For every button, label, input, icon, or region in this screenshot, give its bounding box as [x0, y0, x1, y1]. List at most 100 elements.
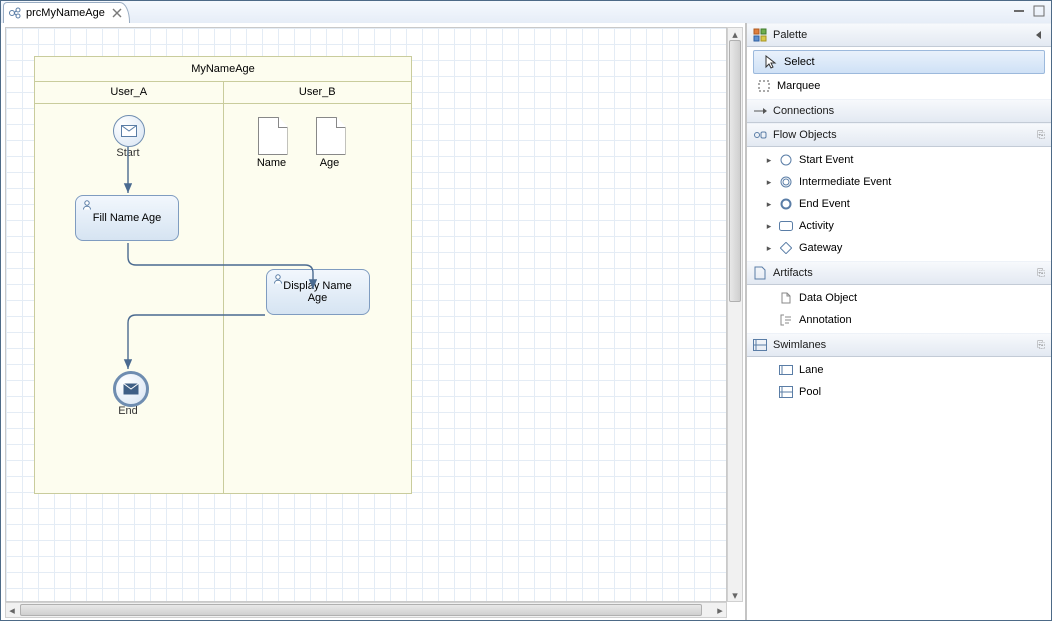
palette-item-end-event[interactable]: ▸ End Event: [747, 193, 1051, 215]
marquee-icon: [757, 79, 771, 93]
user-icon: [273, 274, 283, 287]
scroll-right-icon[interactable]: ▸: [714, 603, 726, 617]
connection-icon: [753, 104, 767, 118]
artifacts-icon: [753, 266, 767, 280]
envelope-icon: [123, 383, 139, 395]
palette-group-artifacts[interactable]: Artifacts ⎘: [747, 261, 1051, 285]
palette-group-swimlanes[interactable]: Swimlanes ⎘: [747, 333, 1051, 357]
data-object-name[interactable]: [258, 117, 288, 155]
minimize-icon[interactable]: [1011, 3, 1027, 19]
editor-window: prcMyNameAge MyNameAge User_A: [0, 0, 1052, 621]
tool-label: Marquee: [777, 80, 820, 92]
horizontal-scrollbar[interactable]: ◂ ▸: [5, 602, 727, 618]
lane-user-b[interactable]: User_B Name Age Displa: [223, 81, 412, 493]
annotation-icon: [779, 313, 793, 327]
start-event[interactable]: [113, 115, 145, 147]
scroll-thumb[interactable]: [20, 604, 702, 616]
lane-title: User_A: [35, 81, 223, 104]
end-event[interactable]: [113, 371, 149, 407]
data-object-label: Age: [305, 157, 355, 169]
data-object-icon: [779, 291, 793, 305]
palette-item-lane[interactable]: Lane: [747, 359, 1051, 381]
lane-icon: [779, 363, 793, 377]
swimlanes-icon: [753, 338, 767, 352]
palette-item-start-event[interactable]: ▸ Start Event: [747, 149, 1051, 171]
lane-title: User_B: [224, 81, 412, 104]
collapse-icon[interactable]: [1031, 28, 1045, 42]
vertical-scrollbar[interactable]: ▴ ▾: [727, 27, 743, 602]
group-label: Flow Objects: [773, 129, 837, 141]
group-label: Connections: [773, 105, 834, 117]
expand-icon[interactable]: ▸: [765, 243, 773, 254]
palette-group-connections[interactable]: Connections: [747, 99, 1051, 123]
pool-icon: [779, 385, 793, 399]
tool-label: Select: [784, 56, 815, 68]
scroll-up-icon[interactable]: ▴: [728, 28, 742, 40]
item-label: Annotation: [799, 314, 852, 326]
editor-body: MyNameAge User_A Start: [1, 23, 1051, 620]
item-label: Lane: [799, 364, 823, 376]
user-icon: [82, 200, 92, 213]
task-fill-name-age[interactable]: Fill Name Age: [75, 195, 179, 241]
cursor-icon: [764, 55, 778, 69]
task-display-name-age[interactable]: Display Name Age: [266, 269, 370, 315]
item-label: Start Event: [799, 154, 853, 166]
activity-icon: [779, 219, 793, 233]
item-label: End Event: [799, 198, 850, 210]
pin-icon[interactable]: ⎘: [1037, 340, 1045, 351]
lane-body: Start Fill Name Age: [35, 103, 223, 493]
envelope-icon: [121, 125, 137, 137]
diagram-canvas[interactable]: MyNameAge User_A Start: [5, 27, 727, 602]
pin-icon[interactable]: ⎘: [1037, 130, 1045, 141]
palette-panel: Palette Select Marquee: [746, 23, 1051, 620]
intermediate-event-icon: [779, 175, 793, 189]
pool-title: MyNameAge: [35, 57, 411, 82]
editor-tab[interactable]: prcMyNameAge: [3, 2, 130, 24]
item-label: Pool: [799, 386, 821, 398]
expand-icon[interactable]: ▸: [765, 177, 773, 188]
group-label: Artifacts: [773, 267, 813, 279]
pin-icon[interactable]: ⎘: [1037, 268, 1045, 279]
expand-icon[interactable]: ▸: [765, 221, 773, 232]
palette-header[interactable]: Palette: [747, 23, 1051, 47]
group-label: Swimlanes: [773, 339, 826, 351]
palette-item-annotation[interactable]: Annotation: [747, 309, 1051, 331]
end-event-icon: [779, 197, 793, 211]
task-label: Display Name Age: [273, 280, 363, 304]
flow-objects-icon: [753, 128, 767, 142]
item-label: Gateway: [799, 242, 842, 254]
data-object-age[interactable]: [316, 117, 346, 155]
gateway-icon: [779, 241, 793, 255]
editor-tab-title: prcMyNameAge: [26, 3, 105, 23]
task-label: Fill Name Age: [93, 212, 161, 224]
expand-icon[interactable]: ▸: [765, 155, 773, 166]
palette-item-activity[interactable]: ▸ Activity: [747, 215, 1051, 237]
item-label: Intermediate Event: [799, 176, 891, 188]
maximize-icon[interactable]: [1031, 3, 1047, 19]
start-event-icon: [779, 153, 793, 167]
scroll-left-icon[interactable]: ◂: [6, 603, 18, 617]
close-icon[interactable]: [111, 7, 123, 19]
tool-marquee[interactable]: Marquee: [747, 75, 1051, 97]
palette-item-data-object[interactable]: Data Object: [747, 287, 1051, 309]
palette-icon: [753, 28, 767, 42]
expand-icon[interactable]: ▸: [765, 199, 773, 210]
item-label: Activity: [799, 220, 834, 232]
lane-user-a[interactable]: User_A Start Fill Na: [35, 81, 223, 493]
palette-group-flow-objects[interactable]: Flow Objects ⎘: [747, 123, 1051, 147]
palette-item-pool[interactable]: Pool: [747, 381, 1051, 403]
tabbar-actions: [1011, 3, 1047, 19]
lane-body: Name Age Display Name Age: [224, 103, 412, 493]
palette-item-gateway[interactable]: ▸ Gateway: [747, 237, 1051, 259]
swimlane-items: Lane Pool: [747, 357, 1051, 405]
scroll-thumb[interactable]: [729, 40, 741, 302]
end-event-label: End: [98, 405, 158, 417]
tab-bar: prcMyNameAge: [1, 1, 1051, 24]
flow-objects-items: ▸ Start Event ▸ Intermediate Event ▸ End…: [747, 147, 1051, 261]
palette-item-intermediate-event[interactable]: ▸ Intermediate Event: [747, 171, 1051, 193]
bpmn-pool[interactable]: MyNameAge User_A Start: [34, 56, 412, 494]
tool-select[interactable]: Select: [753, 50, 1045, 74]
canvas-pane: MyNameAge User_A Start: [1, 23, 746, 620]
palette-title: Palette: [773, 29, 807, 41]
scroll-down-icon[interactable]: ▾: [728, 589, 742, 601]
